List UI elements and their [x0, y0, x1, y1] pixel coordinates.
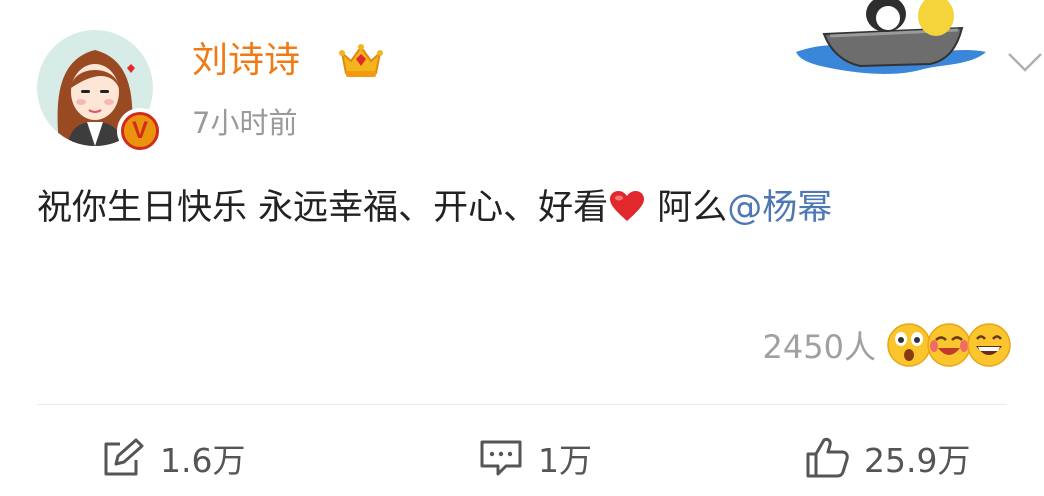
post-text: 祝你生日快乐 永远幸福、开心、好看 [37, 188, 609, 228]
heart-icon [610, 191, 645, 221]
post-content: 祝你生日快乐 永远幸福、开心、好看 阿么@杨幂 [37, 180, 1017, 236]
comment-button[interactable]: 1万 [478, 432, 592, 484]
grin-emoji [967, 323, 1011, 367]
divider [37, 404, 1007, 405]
repost-icon [104, 438, 144, 476]
comment-count: 1万 [538, 441, 592, 480]
verified-v-icon: V [121, 112, 159, 150]
thumbs-up-icon [806, 437, 849, 478]
reactions-summary[interactable]: 2450人 [763, 320, 1012, 370]
crown-icon [339, 44, 383, 77]
reactions-count: 2450人 [762, 328, 876, 366]
mention-link[interactable]: @杨幂 [727, 188, 832, 228]
post-time: 7小时前 [192, 106, 298, 140]
repost-count: 1.6万 [160, 441, 246, 480]
author-name[interactable]: 刘诗诗 [192, 38, 300, 84]
like-button[interactable]: 25.9万 [804, 432, 970, 484]
like-count: 25.9万 [864, 441, 971, 480]
chevron-down-icon[interactable] [1005, 50, 1044, 74]
repost-button[interactable]: 1.6万 [100, 432, 245, 484]
verified-badge-icon: V [117, 108, 163, 154]
comment-icon [480, 440, 522, 476]
card-background-illustration [796, 0, 986, 74]
post-text-tail: 阿么 [646, 188, 728, 228]
